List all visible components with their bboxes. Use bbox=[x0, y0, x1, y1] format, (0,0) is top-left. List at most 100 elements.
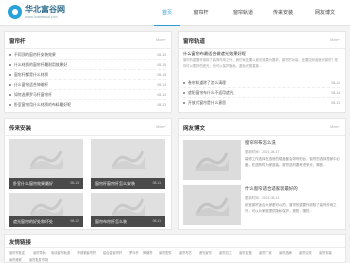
bullet-icon bbox=[183, 92, 185, 94]
image-placeholder-icon bbox=[111, 150, 145, 169]
list-item-date: 08-14 bbox=[331, 91, 340, 95]
site-logo[interactable]: 华北富谷网 www.huabeiwai.com bbox=[8, 4, 74, 22]
list-item-title: 如何选择罗马杆窗帘杆 bbox=[14, 93, 52, 97]
thumbnail-caption: 窗帘布帘杆怎么装 08-11 bbox=[91, 216, 165, 227]
thumbnail-date: 08-11 bbox=[152, 181, 161, 185]
featured-excerpt: 窗帘的重要作用除了装饰作用之外，我们家还要以遮光效果为要求，窗帘的功能，还要如何… bbox=[183, 58, 338, 68]
list-item[interactable]: 不同顶的窗帘杆安装效果 08-15 bbox=[9, 50, 166, 60]
more-link[interactable]: More+ bbox=[156, 125, 166, 129]
thumbnail-caption: 卧室什么窗帘效果最好 08-13 bbox=[9, 178, 83, 189]
image-placeholder-icon bbox=[195, 152, 229, 171]
more-link[interactable]: More+ bbox=[330, 125, 340, 129]
friendly-link[interactable]: 电动窗帘轨道 bbox=[51, 250, 70, 255]
thumbnail-card[interactable]: 遮光窗帘的好处和坏处 08-12 bbox=[9, 193, 83, 227]
thumbnail-card[interactable]: 窗帘布帘杆怎么装 08-11 bbox=[91, 193, 165, 227]
friendly-link[interactable]: 不锈钢窗帘杆 bbox=[77, 250, 96, 255]
list-item[interactable]: 什么材质的窗帘杆最耐用效果好 08-15 bbox=[9, 60, 166, 70]
thumbnail-date: 08-11 bbox=[152, 219, 161, 223]
list-item-date: 08-14 bbox=[331, 81, 340, 85]
friendly-link[interactable]: 窗帘安装 bbox=[319, 250, 332, 255]
bullet-icon bbox=[9, 104, 11, 106]
thumbnail-title: 卧室什么窗帘效果最好 bbox=[13, 181, 53, 186]
more-link[interactable]: More+ bbox=[330, 38, 340, 42]
list-item[interactable]: 遮阳窗帘布什么不适用遮光 08-14 bbox=[183, 88, 340, 98]
thumbnail-date: 08-12 bbox=[70, 219, 79, 223]
friendly-link[interactable]: 窗帘品牌 bbox=[279, 250, 292, 255]
bullet-icon bbox=[183, 82, 185, 84]
list-item-date: 08-15 bbox=[157, 63, 166, 67]
image-placeholder-icon bbox=[111, 198, 145, 217]
list-item[interactable]: 如何选择罗马杆窗帘杆 08-14 bbox=[9, 90, 166, 100]
friendly-link[interactable]: 窗帘导轨 bbox=[33, 250, 46, 255]
friendly-link[interactable]: 窗帘批发市场 bbox=[29, 257, 48, 262]
list-item-title: 窗帘杆都是什么材质 bbox=[14, 73, 49, 77]
bullet-icon bbox=[9, 74, 11, 76]
friendly-link[interactable]: 窗帘维修 bbox=[9, 257, 22, 262]
divider bbox=[5, 247, 345, 248]
friendly-link[interactable]: 窗帘配件 bbox=[159, 250, 172, 255]
post-title[interactable]: 什么窗帘适合适家装最好的 bbox=[245, 186, 298, 192]
list-item-date: 08-15 bbox=[157, 53, 166, 57]
panel-installation: 传来安装 More+ 卧室什么窗帘效果最好 08-13 窗帘杆窗帘杆怎么安装 0… bbox=[4, 118, 172, 230]
list-item-date: 08-14 bbox=[157, 93, 166, 97]
post-thumbnail[interactable] bbox=[183, 185, 241, 225]
nav-curtain-rod[interactable]: 窗帘杆 bbox=[186, 0, 216, 26]
list-item[interactable]: 窗帘杆都是什么材质 08-15 bbox=[9, 70, 166, 80]
nav-curtain-track[interactable]: 窗帘轨道 bbox=[228, 0, 258, 26]
friendly-links-panel: 友情链接 窗帘杆批发 窗帘导轨 电动窗帘轨道 不锈钢窗帘杆 铝合金窗帘杆 罗马杆… bbox=[4, 234, 346, 263]
post-excerpt: 装修工作选择在选房的楼盘都会带有阳台，窗帘的选择是家中必备。在选购时为家庭装，窗… bbox=[245, 157, 340, 167]
divider bbox=[5, 135, 171, 136]
panel-title: 窗帘轨道 bbox=[183, 39, 206, 45]
list-item[interactable]: 什么窗帘适合伸缩杆 08-14 bbox=[9, 80, 166, 90]
thumbnail-title: 窗帘杆窗帘杆怎么安装 bbox=[95, 181, 135, 186]
thumbnail-caption: 窗帘杆窗帘杆怎么安装 08-11 bbox=[91, 178, 165, 189]
thumbnail-card[interactable]: 卧室什么窗帘效果最好 08-13 bbox=[9, 139, 83, 189]
panel-title: 传来安装 bbox=[9, 126, 32, 132]
featured-title[interactable]: 什么窗帘布最适合做遮光效果好呢 bbox=[183, 51, 246, 57]
thumbnail-title: 遮光窗帘的好处和坏处 bbox=[13, 219, 53, 224]
list-item-date: 08-15 bbox=[157, 73, 166, 77]
friendly-link[interactable]: 伸缩杆 bbox=[143, 250, 153, 255]
logo-icon bbox=[8, 5, 22, 19]
list-item-title: 卧室窗帘用什么材质的布料最好呢 bbox=[14, 103, 71, 107]
site-title: 华北富谷网 bbox=[25, 5, 65, 14]
thumbnail-date: 08-13 bbox=[70, 181, 79, 185]
bullet-icon bbox=[9, 94, 11, 96]
friendly-link[interactable]: 窗帘清洗 bbox=[299, 250, 312, 255]
post-thumbnail[interactable] bbox=[183, 140, 241, 180]
nav-installation[interactable]: 传来安装 bbox=[268, 0, 298, 26]
friendly-link[interactable]: 窗帘厂家 bbox=[259, 250, 272, 255]
list-item-title: 遮阳窗帘布什么不适用遮光 bbox=[188, 91, 234, 95]
bullet-icon bbox=[183, 102, 185, 104]
nav-user-blog[interactable]: 网友博文 bbox=[308, 0, 342, 26]
friendly-link[interactable]: 窗帘布艺 bbox=[179, 250, 192, 255]
panel-curtain-tracks: 窗帘轨道 More+ 什么窗帘布最适合做遮光效果好呢 窗帘的重要作用除了装饰作用… bbox=[178, 31, 346, 113]
panel-title: 友情链接 bbox=[9, 240, 32, 246]
thumbnail-caption: 遮光窗帘的好处和坏处 08-12 bbox=[9, 216, 83, 227]
list-item[interactable]: 开放式窗帘是什么意思 08-13 bbox=[183, 98, 340, 108]
bullet-icon bbox=[9, 64, 11, 66]
panel-curtain-rods: 窗帘杆 More+ 不同顶的窗帘杆安装效果 08-15 什么材质的窗帘杆最耐用效… bbox=[4, 31, 172, 113]
nav-home[interactable]: 首页 bbox=[154, 0, 180, 26]
main-nav: 首页 窗帘杆 窗帘轨道 传来安装 网友博文 bbox=[150, 0, 350, 26]
friendly-link[interactable]: 窗帘加工 bbox=[219, 250, 232, 255]
list-item-title: 不同顶的窗帘杆安装效果 bbox=[14, 53, 56, 57]
friendly-link[interactable]: 铝合金窗帘杆 bbox=[103, 250, 122, 255]
bullet-icon bbox=[9, 54, 11, 56]
friendly-link[interactable]: 窗帘定做 bbox=[239, 250, 252, 255]
friendly-link[interactable]: 遮光窗帘 bbox=[199, 250, 212, 255]
post-excerpt: 卧室窗帘适合大家都可以的，窗帘的重要作用除了装饰作用之外，可以为家庭提供隐私保护… bbox=[245, 203, 337, 213]
post-date: 更新时间：2021-08-12 bbox=[245, 196, 280, 200]
divider bbox=[179, 48, 345, 49]
friendly-link[interactable]: 罗马杆 bbox=[129, 250, 139, 255]
friendly-link[interactable]: 窗帘杆批发 bbox=[9, 250, 25, 255]
site-url: www.huabeiwai.com bbox=[25, 15, 58, 19]
thumbnail-card[interactable]: 窗帘杆窗帘杆怎么安装 08-11 bbox=[91, 139, 165, 189]
more-link[interactable]: More+ bbox=[156, 38, 166, 42]
list-item[interactable]: 卧室窗帘用什么材质的布料最好呢 08-13 bbox=[9, 100, 166, 110]
post-title[interactable]: 窗帘帘布怎么洗 bbox=[245, 140, 276, 146]
list-item[interactable]: 卷帘轨道除了怎么清理 08-14 bbox=[183, 78, 340, 88]
list-item-date: 08-14 bbox=[157, 83, 166, 87]
post-date: 更新时间：2021-08-17 bbox=[245, 150, 280, 154]
panel-user-blog: 网友博文 More+ 窗帘帘布怎么洗 更新时间：2021-08-17 装修工作选… bbox=[178, 118, 346, 230]
